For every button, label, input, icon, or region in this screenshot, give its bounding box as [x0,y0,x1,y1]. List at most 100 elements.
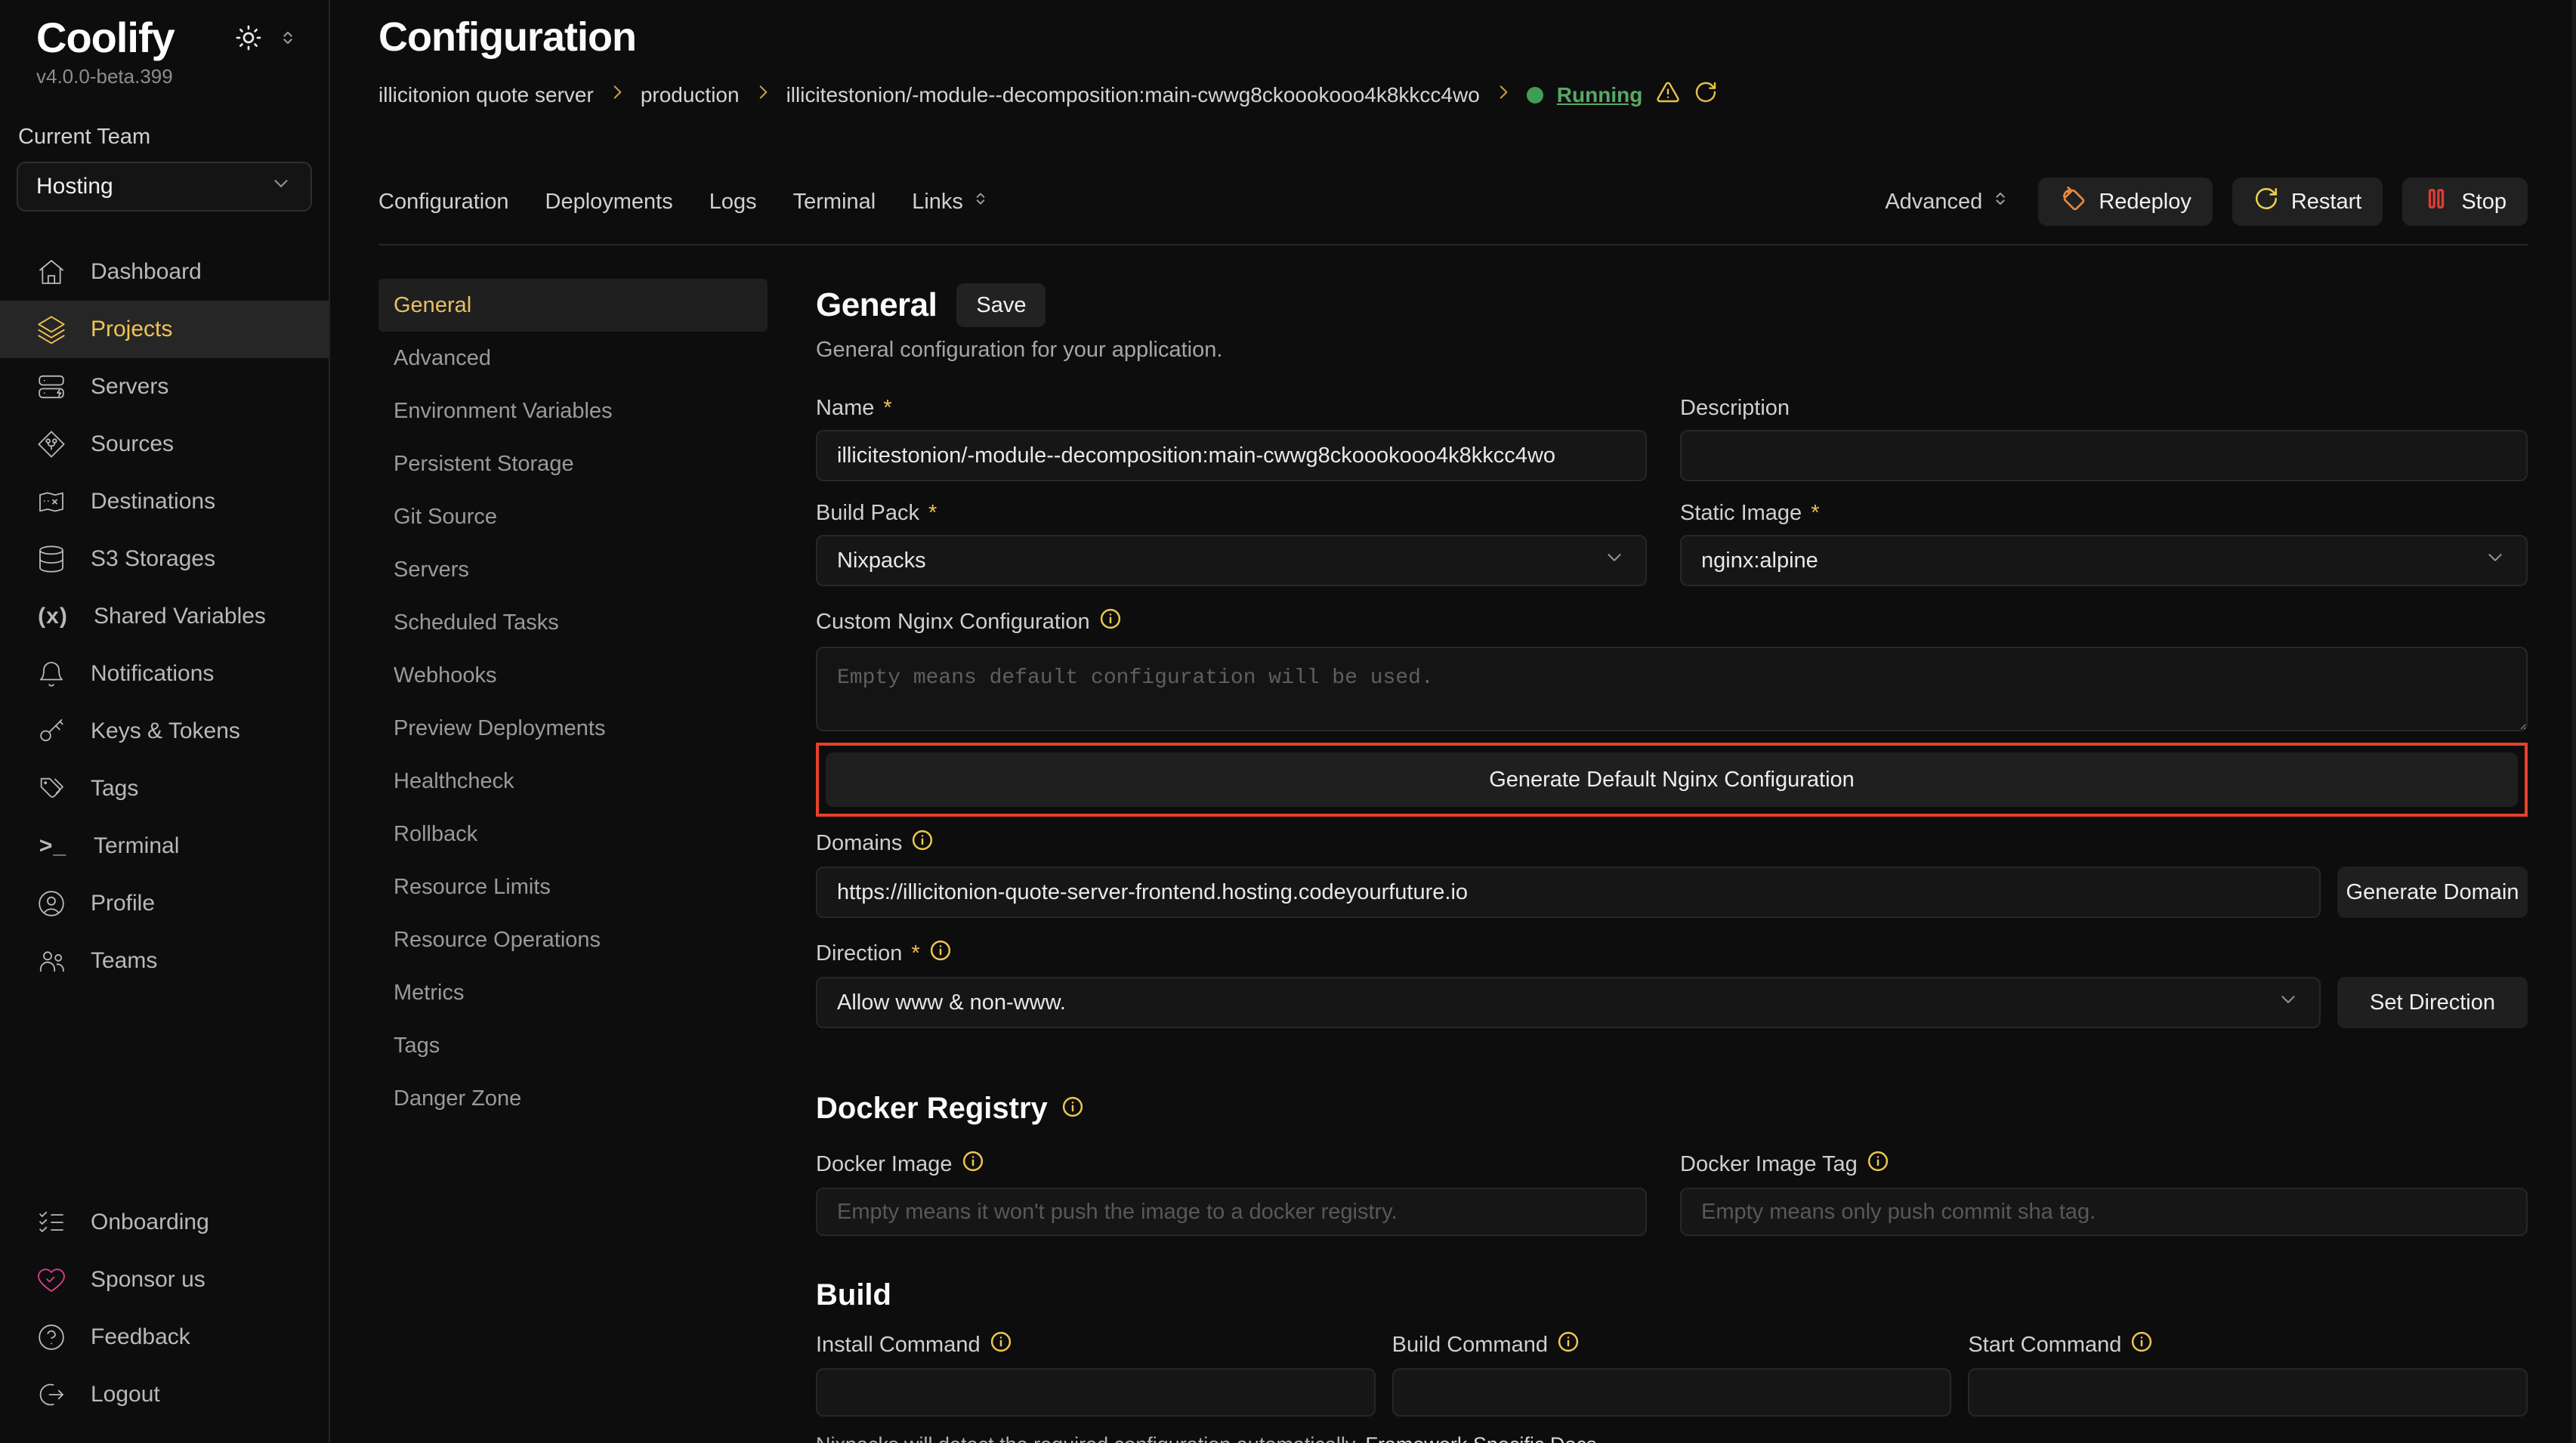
sidebar-item-destinations[interactable]: Destinations [0,473,329,530]
required-asterisk: * [911,941,919,966]
sidebar-item-label: Sources [91,431,174,457]
tab-terminal[interactable]: Terminal [793,190,876,215]
status-dot [1527,87,1543,104]
status-link[interactable]: Running [1557,83,1643,107]
stop-button[interactable]: Stop [2402,178,2528,226]
info-circle-icon[interactable] [1867,1150,1889,1179]
required-asterisk: * [1811,501,1819,526]
generate-domain-button[interactable]: Generate Domain [2337,867,2528,918]
sidebar-item-projects[interactable]: Projects [0,301,329,358]
sidebar-item-label: Shared Variables [94,604,266,629]
sidebar-item-tags[interactable]: Tags [0,760,329,817]
description-input[interactable] [1680,430,2528,481]
sidebar-item-keys-tokens[interactable]: Keys & Tokens [0,703,329,760]
static-image-select[interactable]: nginx:alpine [1680,535,2528,586]
subnav-tags[interactable]: Tags [378,1019,768,1072]
map-icon [36,487,66,517]
team-select[interactable]: Hosting [17,162,312,212]
build-pack-label: Build Pack [816,501,919,526]
info-circle-icon[interactable] [1061,1095,1084,1122]
sidebar-item-feedback[interactable]: Feedback [0,1309,329,1366]
sidebar-item-dashboard[interactable]: Dashboard [0,243,329,301]
subnav-resource-limits[interactable]: Resource Limits [378,861,768,913]
framework-docs-link[interactable]: Framework Specific Docs [1365,1433,1596,1443]
sidebar-item-sources[interactable]: Sources [0,416,329,473]
redeploy-diamond-arrow-icon [2059,185,2086,218]
custom-nginx-textarea[interactable] [816,647,2528,731]
subnav-persistent-storage[interactable]: Persistent Storage [378,437,768,490]
sidebar-item-notifications[interactable]: Notifications [0,645,329,703]
warning-triangle-icon[interactable] [1656,80,1680,110]
redeploy-button[interactable]: Redeploy [2038,178,2213,226]
subnav-environment-variables[interactable]: Environment Variables [378,385,768,437]
git-diamond-icon [36,429,66,459]
generate-nginx-config-button[interactable]: Generate Default Nginx Configuration [826,752,2518,807]
set-direction-button[interactable]: Set Direction [2337,977,2528,1028]
subnav-webhooks[interactable]: Webhooks [378,649,768,702]
subnav-scheduled-tasks[interactable]: Scheduled Tasks [378,596,768,649]
subnav-git-source[interactable]: Git Source [378,490,768,543]
start-command-input[interactable] [1968,1368,2528,1417]
subnav-preview-deployments[interactable]: Preview Deployments [378,702,768,755]
docker-image-tag-input[interactable] [1680,1188,2528,1236]
docker-image-input[interactable] [816,1188,1647,1236]
sidebar-item-logout[interactable]: Logout [0,1366,329,1423]
sun-icon[interactable] [235,24,262,55]
subnav-danger-zone[interactable]: Danger Zone [378,1072,768,1125]
home-icon [36,257,66,287]
subnav-resource-operations[interactable]: Resource Operations [378,913,768,966]
tab-configuration[interactable]: Configuration [378,190,509,215]
subnav-healthcheck[interactable]: Healthcheck [378,755,768,808]
breadcrumb-environment[interactable]: production [641,83,740,107]
sidebar-item-teams[interactable]: Teams [0,932,329,990]
toolbar: Configuration Deployments Logs Terminal … [378,178,2528,226]
info-circle-icon[interactable] [990,1330,1012,1359]
build-pack-select[interactable]: Nixpacks [816,535,1647,586]
info-circle-icon[interactable] [911,829,934,857]
team-select-value: Hosting [36,174,113,199]
sidebar-item-terminal[interactable]: >_ Terminal [0,817,329,875]
sidebar-item-shared-variables[interactable]: (x) Shared Variables [0,588,329,645]
current-team-label: Current Team [0,125,329,150]
restart-button[interactable]: Restart [2232,178,2383,226]
sidebar-item-servers[interactable]: Servers [0,358,329,416]
name-input[interactable] [816,430,1647,481]
info-circle-icon[interactable] [962,1150,984,1179]
subnav-rollback[interactable]: Rollback [378,808,768,861]
subnav-general[interactable]: General [378,279,768,332]
tab-deployments[interactable]: Deployments [545,190,673,215]
chevrons-up-down-icon [971,189,990,215]
build-command-input[interactable] [1392,1368,1952,1417]
info-circle-icon[interactable] [2130,1330,2153,1359]
breadcrumb-project[interactable]: illicitonion quote server [378,83,594,107]
subnav-advanced[interactable]: Advanced [378,332,768,385]
refresh-icon[interactable] [1694,80,1718,110]
info-circle-icon[interactable] [1099,607,1122,636]
install-command-input[interactable] [816,1368,1376,1417]
sidebar-item-label: S3 Storages [91,546,215,572]
save-button[interactable]: Save [956,283,1046,327]
sidebar-item-s3-storages[interactable]: S3 Storages [0,530,329,588]
info-circle-icon[interactable] [929,939,952,968]
subnav-servers[interactable]: Servers [378,543,768,596]
tab-links[interactable]: Links [912,189,990,215]
domains-input[interactable] [816,867,2321,918]
required-asterisk: * [883,396,891,421]
sidebar-item-onboarding[interactable]: Onboarding [0,1194,329,1251]
advanced-dropdown[interactable]: Advanced [1885,188,2011,215]
chevron-down-icon [1603,546,1626,575]
sidebar-item-profile[interactable]: Profile [0,875,329,932]
direction-select[interactable]: Allow www & non-www. [816,977,2321,1028]
sidebar-item-sponsor-us[interactable]: Sponsor us [0,1251,329,1309]
static-image-label: Static Image [1680,501,1802,526]
chevron-right-icon [607,82,627,107]
breadcrumb-application[interactable]: illicitestonion/-module--decomposition:m… [786,83,1480,107]
scrollbar-track[interactable] [2571,0,2576,1443]
info-circle-icon[interactable] [1557,1330,1580,1359]
tab-logs[interactable]: Logs [709,190,757,215]
subnav-metrics[interactable]: Metrics [378,966,768,1019]
sidebar-item-label: Notifications [91,661,214,687]
chevrons-up-down-icon[interactable] [277,27,298,52]
docker-image-label: Docker Image [816,1152,953,1177]
tab-bar: Configuration Deployments Logs Terminal … [378,189,990,215]
